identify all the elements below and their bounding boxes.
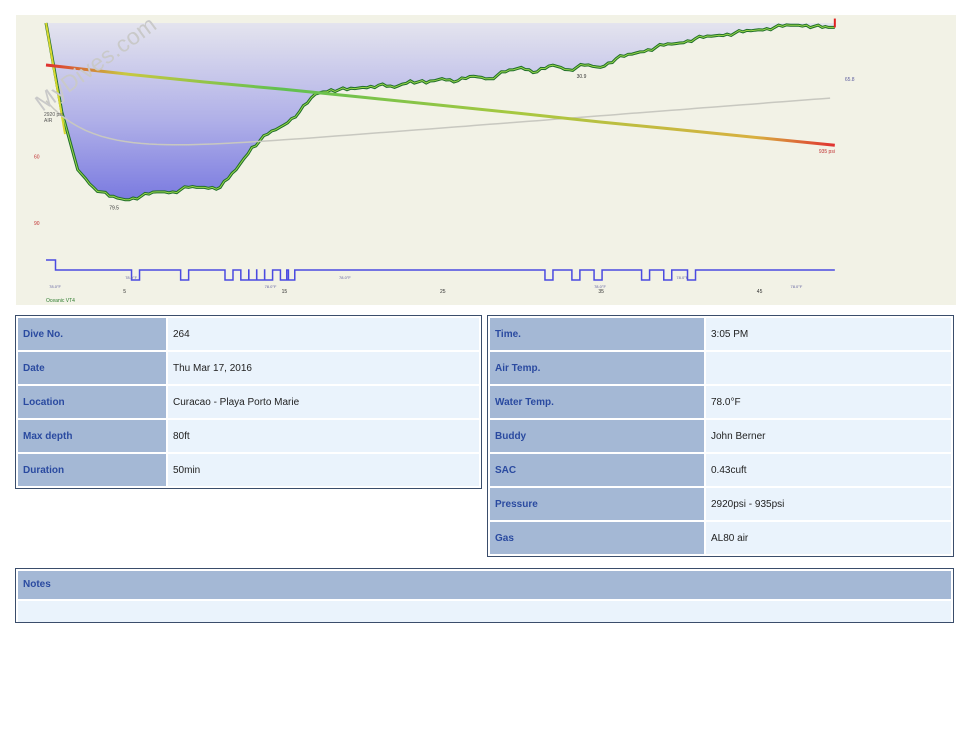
x-tick-label: 35 bbox=[598, 289, 604, 295]
temp-mark-label: 78.0°F bbox=[594, 284, 606, 289]
table-row: Dive No. 264 bbox=[18, 318, 479, 350]
x-tick-label: 45 bbox=[757, 289, 763, 295]
row-value: 3:05 PM bbox=[706, 318, 951, 350]
depth-area bbox=[46, 23, 835, 200]
depth-label: 30.9 bbox=[577, 74, 587, 80]
temp-mark-label: 78.0°F bbox=[790, 284, 802, 289]
row-label: Duration bbox=[18, 454, 166, 486]
row-value: John Berner bbox=[706, 420, 951, 452]
row-label: Location bbox=[18, 386, 166, 418]
row-value: 78.0°F bbox=[706, 386, 951, 418]
row-label: Gas bbox=[490, 522, 704, 554]
row-value: 264 bbox=[168, 318, 479, 350]
row-label: Air Temp. bbox=[490, 352, 704, 384]
table-row: Location Curacao - Playa Porto Marie bbox=[18, 386, 479, 418]
row-value: AL80 air bbox=[706, 522, 951, 554]
table-row: SAC 0.43cuft bbox=[490, 454, 951, 486]
end-pressure-label: 935 psi bbox=[819, 149, 835, 155]
row-value: Thu Mar 17, 2016 bbox=[168, 352, 479, 384]
table-row: Date Thu Mar 17, 2016 bbox=[18, 352, 479, 384]
row-label: Time. bbox=[490, 318, 704, 350]
computer-label: Oceanic VT4 bbox=[46, 298, 75, 304]
table-row: Buddy John Berner bbox=[490, 420, 951, 452]
table-row: Gas AL80 air bbox=[490, 522, 951, 554]
table-row: Pressure 2920psi - 935psi bbox=[490, 488, 951, 520]
row-label: Buddy bbox=[490, 420, 704, 452]
temp-mark-label: 78.0°F bbox=[339, 275, 351, 280]
y-tick-label: 60 bbox=[34, 154, 40, 160]
max-depth-label: 79.5 bbox=[109, 206, 119, 212]
temp-mark-label: 78.0°F bbox=[676, 275, 688, 280]
dive-profile-chart: 5 15 25 35 45 60 90 79.5 30.9 2920 psi AIR 935 psi 6… bbox=[16, 11, 956, 305]
row-label: Date bbox=[18, 352, 166, 384]
row-label: Dive No. bbox=[18, 318, 166, 350]
row-value: 80ft bbox=[168, 420, 479, 452]
row-label: Max depth bbox=[18, 420, 166, 452]
temp-mark-label: 78.0°F bbox=[49, 284, 61, 289]
y-tick-label: 90 bbox=[34, 221, 40, 227]
row-value bbox=[706, 352, 951, 384]
table-row: Air Temp. bbox=[490, 352, 951, 384]
dive-info-table: Dive No. 264 Date Thu Mar 17, 2016 Locatio… bbox=[15, 315, 482, 489]
temp-value-label: 65.8 bbox=[845, 77, 855, 83]
x-tick-label: 5 bbox=[123, 289, 126, 295]
table-row: Time. 3:05 PM bbox=[490, 318, 951, 350]
x-tick-label: 15 bbox=[282, 289, 288, 295]
air-label: AIR bbox=[44, 118, 53, 124]
row-label: Pressure bbox=[490, 488, 704, 520]
row-value: 50min bbox=[168, 454, 479, 486]
table-row: Max depth 80ft bbox=[18, 420, 479, 452]
row-value: Curacao - Playa Porto Marie bbox=[168, 386, 479, 418]
dive-conditions-table: Time. 3:05 PM Air Temp. Water Temp. 78.0°F… bbox=[487, 315, 954, 557]
x-tick-label: 25 bbox=[440, 289, 446, 295]
ascent-rate-line bbox=[46, 259, 835, 281]
notes-body bbox=[18, 601, 951, 622]
notes-section: Notes bbox=[15, 568, 954, 623]
row-label: SAC bbox=[490, 454, 704, 486]
temp-mark-label: 78.0°F bbox=[265, 284, 277, 289]
table-row: Water Temp. 78.0°F bbox=[490, 386, 951, 418]
notes-label: Notes bbox=[18, 571, 951, 599]
row-label: Water Temp. bbox=[490, 386, 704, 418]
row-value: 2920psi - 935psi bbox=[706, 488, 951, 520]
temp-mark-label: 78.0°F bbox=[125, 275, 137, 280]
table-row: Duration 50min bbox=[18, 454, 479, 486]
row-value: 0.43cuft bbox=[706, 454, 951, 486]
